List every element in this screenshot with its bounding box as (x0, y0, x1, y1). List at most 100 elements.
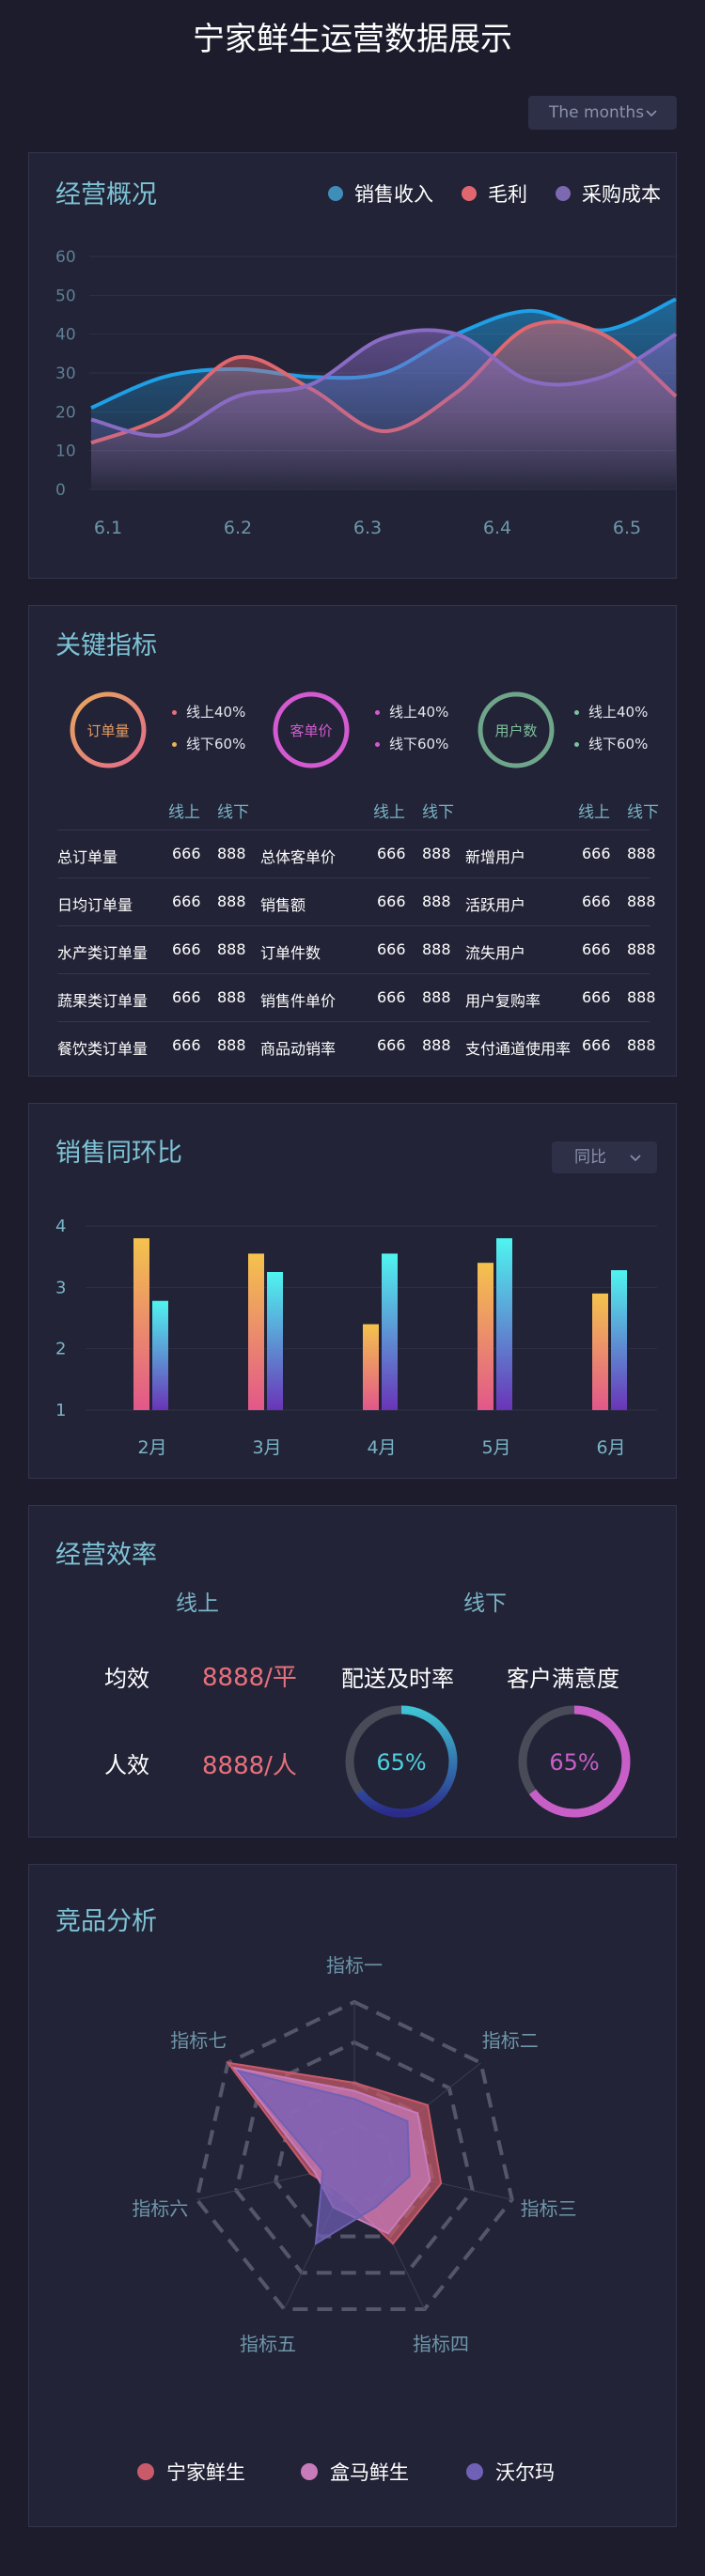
metric-offline-value: 888 (217, 845, 246, 862)
metric-online-value: 666 (377, 845, 406, 862)
months-dropdown[interactable]: The months (528, 96, 677, 130)
metric-online-value: 666 (172, 892, 201, 910)
x-tick-label: 4月 (367, 1437, 396, 1458)
table-row: 餐饮类订单量 666 888 商品动销率 666 888 支付通道使用率 666 888 (57, 1021, 656, 1069)
gauge-value: 65% (549, 1749, 599, 1776)
efficiency-gauges: 65% 65% (345, 1705, 631, 1818)
radar-axis-label: 指标五 (240, 2333, 296, 2355)
table-row: 总订单量 666 888 总体客单价 666 888 新增用户 666 888 (57, 830, 656, 877)
metric-online-value: 666 (377, 1036, 406, 1054)
metric-name: 新增用户 (465, 848, 526, 866)
y-tick-label: 60 (55, 248, 76, 267)
months-dropdown-label: The months (549, 103, 645, 122)
y-tick-label: 3 (55, 1278, 66, 1297)
radar-axis-label: 指标七 (170, 2029, 227, 2052)
sales-bar-chart: 1 2 3 4 2月 3月 4月 5月 6月 (55, 1217, 657, 1458)
metric-offline-value: 888 (422, 988, 451, 1006)
gauge-value: 65% (376, 1749, 426, 1776)
table-header-online: 线上 (168, 803, 200, 822)
kpi-ring-label: 用户数 (494, 722, 537, 739)
bar (248, 1253, 264, 1410)
legend-marker (574, 709, 579, 715)
kpi-legend-unit-price: 线上40% 线下60% (375, 696, 448, 760)
y-tick-label: 40 (55, 326, 76, 345)
metric-name: 餐饮类订单量 (57, 1040, 149, 1058)
bar (267, 1272, 283, 1410)
key-metrics-card: 关键指标 订单量 客单价 用户数 线上40% 线下60% 线上40% 线下60% 线… (28, 605, 677, 1077)
legend-marker (301, 2463, 318, 2480)
legend-marker (375, 741, 380, 747)
kpi-legend-online: 线上40% (186, 704, 246, 721)
page-title: 宁家鲜生运营数据展示 (193, 21, 512, 58)
x-tick-label: 5月 (481, 1437, 510, 1458)
y-tick-label: 20 (55, 403, 76, 422)
x-tick-label: 6.3 (353, 518, 382, 538)
metric-online-value: 666 (582, 988, 611, 1006)
legend-marker (574, 741, 579, 747)
metric-online-value: 666 (582, 940, 611, 958)
table-header-online: 线上 (373, 803, 405, 822)
y-tick-label: 2 (55, 1340, 66, 1359)
metric-name: 总订单量 (57, 848, 118, 866)
metric-online-value: 666 (172, 845, 201, 862)
sales-card: 销售同环比 同比 1 2 3 4 2月 3月 4月 5月 6月 (28, 1103, 677, 1479)
bar (496, 1238, 512, 1410)
metric-offline-value: 888 (217, 892, 246, 910)
metric-offline-value: 888 (422, 940, 451, 958)
metric-name: 支付通道使用率 (465, 1040, 572, 1058)
metric-name: 用户复购率 (465, 992, 541, 1010)
radar-axis-label: 指标三 (521, 2197, 577, 2220)
table-header-online: 线上 (578, 803, 610, 822)
table-header-offline: 线下 (627, 803, 659, 822)
metric-offline-value: 888 (217, 988, 246, 1006)
x-tick-label: 6.2 (224, 518, 252, 538)
metric-name: 水产类订单量 (57, 944, 149, 962)
metric-offline-value: 888 (627, 1036, 656, 1054)
metric-online-value: 666 (377, 988, 406, 1006)
metric-offline-value: 888 (627, 845, 656, 862)
metric-name: 销售件单价 (260, 992, 337, 1010)
legend-marker (375, 709, 380, 715)
metric-name: 流失用户 (465, 944, 526, 962)
chevron-down-icon (646, 110, 657, 117)
y-tick-label: 0 (55, 481, 66, 500)
kpi-legend-offline: 线下60% (588, 736, 649, 753)
x-tick-label: 3月 (252, 1437, 281, 1458)
metric-offline-value: 888 (422, 1036, 451, 1054)
kpi-legend-orders: 线上40% 线下60% (172, 696, 245, 760)
bar (152, 1300, 168, 1410)
legend-marker (137, 2463, 154, 2480)
bar (133, 1238, 149, 1410)
bar (478, 1263, 494, 1410)
kpi-ring-label: 订单量 (86, 722, 129, 739)
metric-online-value: 666 (377, 892, 406, 910)
table-row: 水产类订单量 666 888 订单件数 666 888 流失用户 666 888 (57, 925, 656, 973)
metric-online-value: 666 (377, 940, 406, 958)
y-tick-label: 4 (55, 1217, 66, 1236)
x-tick-label: 2月 (137, 1437, 166, 1458)
radar-axis-label: 指标六 (132, 2197, 188, 2220)
bar (592, 1293, 608, 1410)
x-tick-label: 6月 (596, 1437, 625, 1458)
metric-online-value: 666 (582, 1036, 611, 1054)
metric-online-value: 666 (172, 1036, 201, 1054)
overview-area-chart: 0 10 20 30 40 50 60 6.1 6.2 6.3 6.4 6.5 (55, 248, 678, 538)
table-header-offline: 线下 (217, 803, 249, 822)
metric-online-value: 666 (582, 892, 611, 910)
legend-label: 宁家鲜生 (166, 2461, 245, 2484)
radar-axis-label: 指标四 (413, 2333, 469, 2355)
radar-axis-label: 指标二 (482, 2029, 539, 2052)
metric-name: 蔬果类订单量 (57, 992, 149, 1010)
kpi-ring-label: 客单价 (290, 722, 332, 739)
legend-label: 盒马鲜生 (330, 2461, 409, 2484)
legend-marker (466, 2463, 483, 2480)
table-row: 蔬果类订单量 666 888 销售件单价 666 888 用户复购率 666 888 (57, 973, 656, 1021)
metric-online-value: 666 (582, 845, 611, 862)
x-tick-label: 6.5 (613, 518, 641, 538)
y-tick-label: 50 (55, 287, 76, 305)
x-tick-label: 6.4 (483, 518, 511, 538)
metric-offline-value: 888 (627, 892, 656, 910)
kpi-legend-users: 线上40% 线下60% (574, 696, 648, 760)
metric-name: 总体客单价 (260, 848, 337, 866)
bar (363, 1324, 379, 1410)
